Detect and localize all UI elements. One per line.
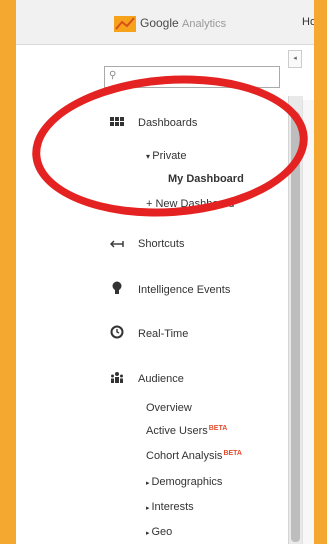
google-analytics-logo-icon bbox=[114, 16, 136, 32]
sidebar-item-demographics[interactable]: ▸ Demographics bbox=[146, 476, 222, 488]
lightbulb-icon bbox=[112, 281, 122, 294]
header-bar: Google Analytics Ho bbox=[16, 0, 314, 45]
clock-icon bbox=[110, 325, 124, 339]
sidebar-item-active-users[interactable]: Active UsersBETA bbox=[146, 425, 227, 437]
scroll-thumb[interactable] bbox=[291, 112, 300, 542]
geo-label: Geo bbox=[151, 526, 173, 538]
sidebar-item-audience[interactable]: Audience bbox=[138, 373, 184, 385]
logo-text: Google Analytics bbox=[140, 16, 226, 30]
sidebar-item-real-time[interactable]: Real-Time bbox=[138, 328, 188, 340]
sidebar-item-overview[interactable]: Overview bbox=[146, 402, 192, 414]
sidebar-item-interests[interactable]: ▸ Interests bbox=[146, 501, 194, 513]
sidebar-item-intelligence-events[interactable]: Intelligence Events bbox=[138, 284, 230, 296]
sidebar-item-shortcuts[interactable]: Shortcuts bbox=[138, 238, 184, 250]
interests-label: Interests bbox=[151, 501, 194, 513]
search-icon: ⚲ bbox=[109, 70, 117, 81]
beta-badge: BETA bbox=[208, 425, 228, 432]
logo-analytics: Analytics bbox=[182, 18, 227, 30]
demographics-label: Demographics bbox=[151, 476, 223, 488]
logo-google: Google bbox=[140, 16, 179, 30]
home-tab[interactable]: Ho bbox=[302, 16, 314, 28]
content-edge bbox=[302, 100, 314, 544]
arrow-shortcut-icon bbox=[110, 240, 124, 248]
sidebar-item-cohort-analysis[interactable]: Cohort AnalysisBETA bbox=[146, 450, 242, 462]
beta-badge: BETA bbox=[223, 450, 242, 457]
collapse-sidebar-button[interactable]: ◂ bbox=[288, 50, 302, 68]
cohort-analysis-label: Cohort Analysis bbox=[146, 450, 223, 462]
active-users-label: Active Users bbox=[146, 425, 208, 437]
sidebar-item-geo[interactable]: ▸ Geo bbox=[146, 526, 172, 538]
people-icon bbox=[111, 372, 123, 383]
